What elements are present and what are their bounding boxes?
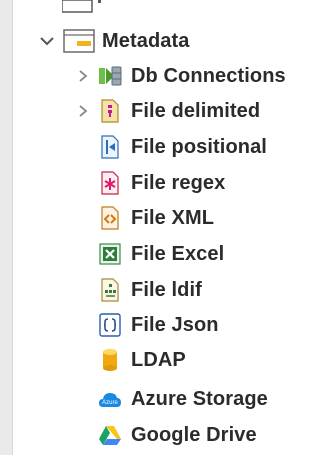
db-connections-icon — [98, 64, 122, 88]
tree-item-label: Azure Storage — [131, 387, 268, 410]
file-delimited-icon — [98, 99, 122, 123]
ldap-icon — [98, 348, 122, 372]
tree-item-file-json[interactable]: File Json — [98, 308, 219, 342]
chevron-down-icon[interactable] — [38, 32, 56, 50]
file-excel-icon — [98, 242, 122, 266]
tree-item-file-regex[interactable]: File regex — [98, 166, 225, 200]
tree-item-label: File delimited — [131, 99, 261, 122]
tree-item-label: LDAP — [131, 348, 186, 371]
tree-item-label: File ldif — [131, 278, 202, 301]
partial-folder-icon — [61, 0, 102, 14]
tree-item-label: Google Drive — [131, 423, 257, 446]
tree-item-label: File XML — [131, 206, 215, 229]
file-json-icon — [98, 313, 122, 337]
tree-item-db-connections[interactable]: Db Connections — [74, 59, 286, 93]
tree-item-file-positional[interactable]: File positional — [98, 130, 267, 164]
chevron-right-icon[interactable] — [74, 102, 92, 120]
tree-item-ldap[interactable]: LDAP — [98, 343, 186, 377]
file-ldif-icon — [98, 278, 122, 302]
tree-item-label: File Json — [131, 313, 219, 336]
tree-item-google-drive[interactable]: Google Drive — [98, 418, 257, 452]
file-positional-icon — [98, 135, 122, 159]
metadata-folder-icon — [62, 29, 96, 53]
tree-item-label: File positional — [131, 135, 267, 158]
tree-item-label: File regex — [131, 171, 226, 194]
tree-item-file-excel[interactable]: File Excel — [98, 237, 224, 271]
tree-item-label: File Excel — [131, 242, 225, 265]
azure-storage-icon: Azure — [98, 387, 122, 411]
chevron-right-icon[interactable] — [74, 67, 92, 85]
file-regex-icon — [98, 171, 122, 195]
svg-text:Azure: Azure — [102, 400, 118, 406]
tree-item-file-delimited[interactable]: File delimited — [74, 94, 260, 128]
tree-item-file-xml[interactable]: File XML — [98, 201, 214, 235]
repository-tree: Metadata Db Connections File delimited F… — [0, 0, 318, 455]
tree-item-metadata[interactable]: Metadata — [38, 24, 190, 58]
tree-item-file-ldif[interactable]: File ldif — [98, 273, 202, 307]
tree-item-label: Metadata — [102, 29, 190, 52]
google-drive-icon — [98, 423, 122, 447]
tree-item-azure-storage[interactable]: Azure Azure Storage — [98, 382, 268, 416]
tree-item-label: Db Connections — [131, 64, 286, 87]
file-xml-icon — [98, 206, 122, 230]
